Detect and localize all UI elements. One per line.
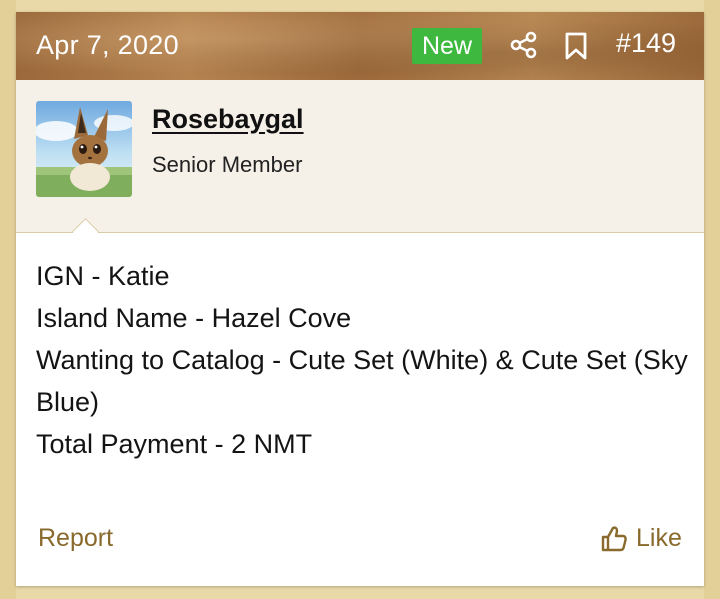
thumbs-up-icon bbox=[601, 525, 627, 551]
avatar[interactable] bbox=[36, 101, 132, 197]
new-badge: New bbox=[412, 28, 482, 64]
post-line: Total Payment - 2 NMT bbox=[36, 429, 313, 459]
post-line: Island Name - Hazel Cove bbox=[36, 303, 352, 333]
share-icon[interactable] bbox=[510, 31, 538, 59]
bookmark-icon[interactable] bbox=[563, 31, 589, 61]
like-button[interactable]: Like bbox=[600, 524, 682, 553]
post-number[interactable]: #149 bbox=[616, 28, 676, 59]
user-title: Senior Member bbox=[152, 152, 303, 177]
eevee-avatar-icon bbox=[36, 101, 132, 197]
post-body: IGN - Katie Island Name - Hazel Cove Wan… bbox=[36, 255, 696, 465]
post-line: Wanting to Catalog - Cute Set (White) & … bbox=[36, 345, 688, 417]
post-date[interactable]: Apr 7, 2020 bbox=[36, 30, 179, 61]
post-header: Apr 7, 2020 New #149 bbox=[16, 12, 704, 80]
post-card: Apr 7, 2020 New #149 Rosebaygal Senior M… bbox=[16, 12, 704, 586]
like-label: Like bbox=[636, 524, 682, 552]
username-link[interactable]: Rosebaygal bbox=[152, 104, 304, 135]
user-info-bar: Rosebaygal Senior Member bbox=[16, 80, 704, 233]
post-line: IGN - Katie bbox=[36, 261, 170, 291]
report-link[interactable]: Report bbox=[38, 524, 113, 553]
